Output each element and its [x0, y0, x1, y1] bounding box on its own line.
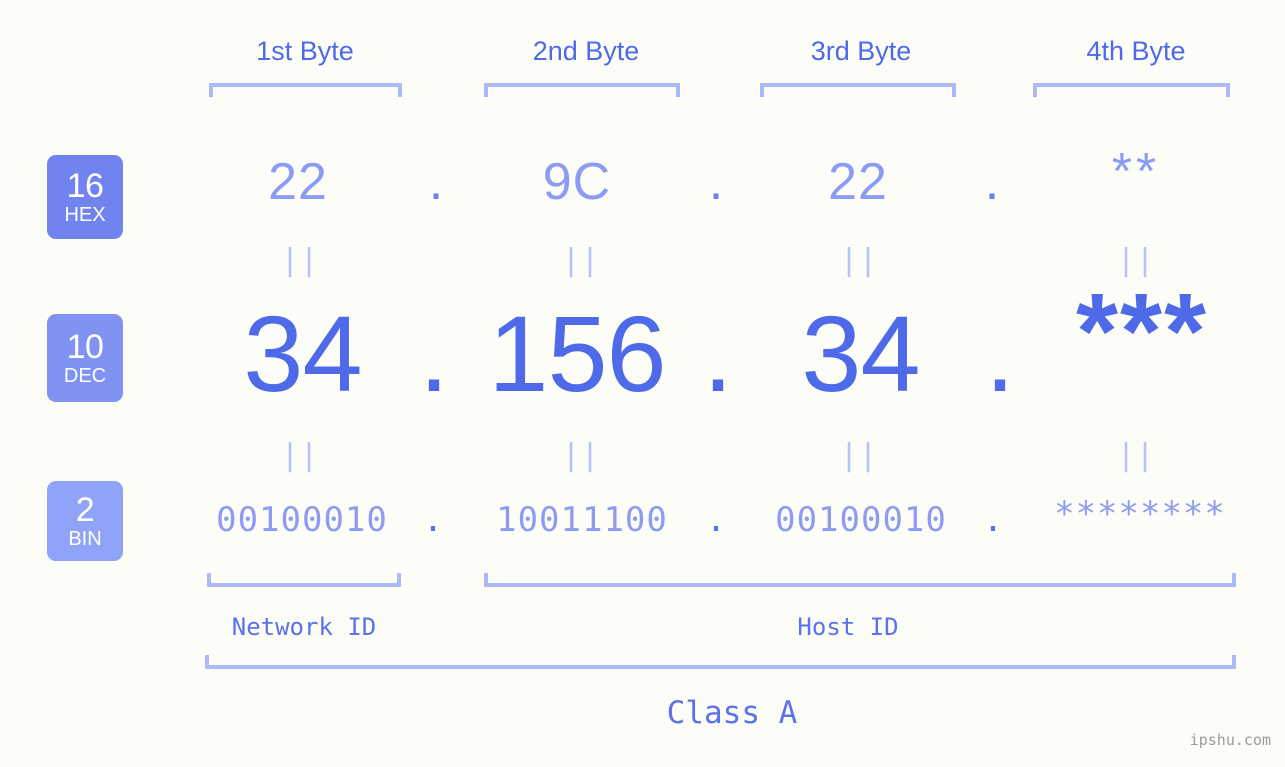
hex-byte-4-masked: **: [1111, 143, 1161, 201]
bin-separator-1: .: [422, 500, 444, 540]
equals-mark-dec-bin-4: ||: [1116, 438, 1156, 473]
dec-separator-1: .: [418, 293, 449, 414]
byte-header-3: 3rd Byte: [810, 36, 912, 66]
radix-badge-hex-name: HEX: [64, 204, 106, 226]
bin-byte-4-masked: ********: [1054, 494, 1226, 534]
class-label: Class A: [666, 695, 798, 731]
hex-byte-3: 22: [828, 153, 888, 211]
bin-byte-2: 10011100: [496, 500, 668, 540]
host-id-bracket: [484, 573, 1236, 587]
radix-badge-bin-name: BIN: [68, 528, 102, 550]
equals-mark-hex-dec-2: ||: [561, 243, 601, 278]
dec-byte-4-masked: ***: [1075, 270, 1209, 391]
bin-byte-1: 00100010: [216, 500, 388, 540]
host-id-label: Host ID: [797, 613, 899, 641]
equals-mark-hex-dec-1: ||: [280, 243, 320, 278]
byte-header-1: 1st Byte: [256, 36, 354, 66]
bin-byte-3: 00100010: [775, 500, 947, 540]
byte-header-4: 4th Byte: [1086, 36, 1186, 66]
network-id-label: Network ID: [231, 613, 377, 641]
hex-separator-3: .: [984, 153, 1000, 211]
hex-byte-1: 22: [268, 153, 328, 211]
dec-byte-2: 156: [488, 293, 666, 414]
dec-byte-3: 34: [801, 293, 920, 414]
bin-separator-3: .: [982, 500, 1004, 540]
equals-mark-hex-dec-3: ||: [839, 243, 879, 278]
radix-badge-dec-name: DEC: [63, 365, 107, 387]
equals-mark-dec-bin-1: ||: [280, 438, 320, 473]
byte-header-2: 2nd Byte: [532, 36, 640, 66]
site-watermark: ipshu.com: [1189, 731, 1271, 749]
byte-bracket-1: [209, 83, 402, 97]
class-bracket: [205, 655, 1236, 669]
equals-mark-dec-bin-2: ||: [561, 438, 601, 473]
network-id-bracket: [207, 573, 401, 587]
ip-byte-diagram: 1st Byte 2nd Byte 3rd Byte 4th Byte 16 H…: [0, 0, 1285, 767]
hex-separator-1: .: [428, 153, 444, 211]
radix-badge-bin[interactable]: 2 BIN: [47, 481, 123, 561]
dec-byte-1: 34: [243, 293, 362, 414]
bin-separator-2: .: [705, 500, 727, 540]
hex-separator-2: .: [708, 153, 724, 211]
radix-badge-hex[interactable]: 16 HEX: [47, 155, 123, 239]
equals-mark-dec-bin-3: ||: [839, 438, 879, 473]
radix-badge-dec-number: 10: [66, 328, 104, 366]
dec-separator-2: .: [702, 293, 733, 414]
byte-bracket-4: [1033, 83, 1230, 97]
radix-badge-dec[interactable]: 10 DEC: [47, 314, 123, 402]
byte-bracket-3: [760, 83, 956, 97]
byte-bracket-2: [484, 83, 680, 97]
dec-separator-3: .: [984, 293, 1015, 414]
radix-badge-bin-number: 2: [75, 491, 95, 529]
hex-byte-2: 9C: [542, 153, 612, 211]
radix-badge-hex-number: 16: [66, 167, 104, 205]
